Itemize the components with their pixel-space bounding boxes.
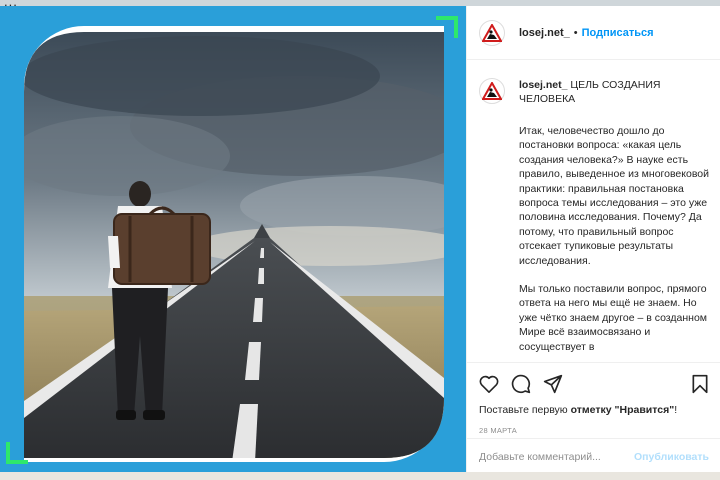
separator-dot: • bbox=[573, 26, 578, 39]
post-header: losej.net_ • Подписаться bbox=[467, 6, 720, 60]
likes-text: Поставьте первую отметку "Нравится"! bbox=[479, 404, 709, 416]
comment-icon[interactable] bbox=[511, 374, 531, 394]
post-side-panel: losej.net_ • Подписаться losej.net_ ЦЕЛЬ… bbox=[466, 6, 720, 474]
username-link[interactable]: losej.net_ bbox=[519, 27, 570, 39]
caption-body: Итак, человечество дошло до постановки в… bbox=[519, 124, 713, 354]
bookmark-icon[interactable] bbox=[691, 374, 709, 394]
heart-icon[interactable] bbox=[479, 375, 499, 393]
post-comment-button[interactable]: Опубликовать bbox=[634, 451, 709, 463]
caption-title-line: losej.net_ ЦЕЛЬ СОЗДАНИЯ ЧЕЛОВЕКА bbox=[519, 78, 709, 106]
corner-accent-top-right bbox=[436, 16, 458, 38]
caption-username[interactable]: losej.net_ bbox=[519, 79, 567, 91]
caption-avatar[interactable] bbox=[479, 78, 505, 104]
follow-button[interactable]: Подписаться bbox=[582, 27, 654, 39]
road-photo bbox=[24, 32, 444, 458]
action-icons bbox=[479, 373, 709, 395]
post-image[interactable] bbox=[0, 6, 466, 474]
corner-accent-bottom-left bbox=[6, 442, 28, 464]
share-icon[interactable] bbox=[543, 374, 563, 394]
instagram-post-modal: ... losej.net_ • Подписаться losej.net_ … bbox=[0, 0, 720, 480]
likes-suffix: ! bbox=[674, 404, 678, 416]
warning-sign-logo bbox=[482, 23, 502, 42]
comment-bar: Опубликовать bbox=[467, 438, 720, 474]
caption-header: losej.net_ ЦЕЛЬ СОЗДАНИЯ ЧЕЛОВЕКА bbox=[479, 78, 709, 106]
avatar[interactable] bbox=[479, 19, 505, 46]
background-bottom-strip bbox=[0, 472, 720, 480]
first-like-link[interactable]: отметку "Нравится" bbox=[571, 404, 675, 416]
warning-sign-logo bbox=[482, 82, 502, 100]
post-date: 28 МАРТА bbox=[479, 426, 518, 435]
caption-paragraph: Итак, человечество дошло до постановки в… bbox=[519, 125, 709, 267]
caption-paragraph: Мы только поставили вопрос, прямого отве… bbox=[519, 283, 708, 353]
caption-area[interactable]: losej.net_ ЦЕЛЬ СОЗДАНИЯ ЧЕЛОВЕКА Итак, … bbox=[467, 66, 720, 362]
comment-input[interactable] bbox=[479, 450, 635, 463]
likes-prefix: Поставьте первую bbox=[479, 404, 571, 416]
post-actions: Поставьте первую отметку "Нравится"! 28 … bbox=[467, 362, 720, 438]
